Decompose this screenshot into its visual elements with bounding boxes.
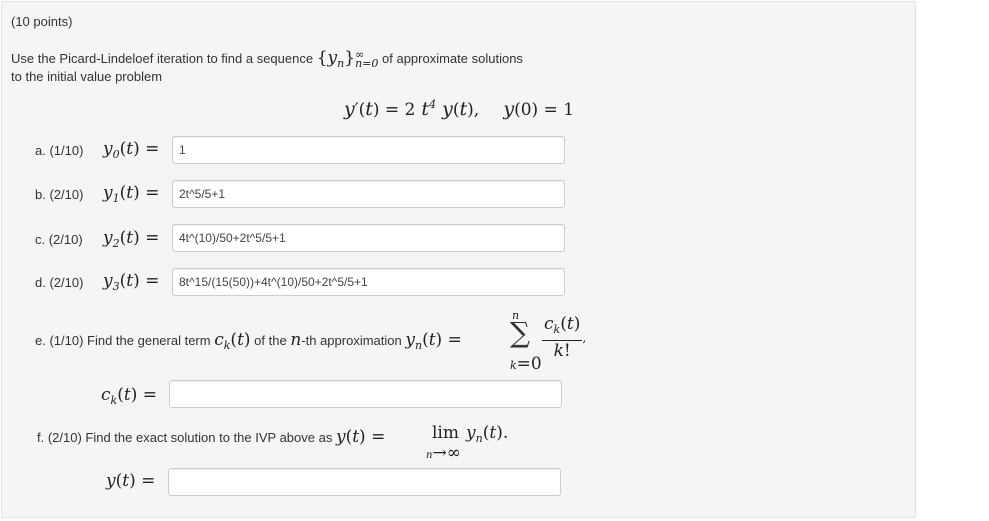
y3-input[interactable]: 8t^15/(15(50))+4t^(10)/50+2t^5/5+1 [172,268,565,296]
points-label: (10 points) [11,14,73,29]
sum-sign: ∑ [510,316,530,349]
part-e-mid: of the [254,333,287,348]
y3-symbol: y3(t) = [103,271,160,293]
yn-limit-term: yn(t). [466,423,509,445]
part-f-line: f. (2/10) Find the exact solution to the… [37,427,385,447]
sum-lower-limit: k=0 [510,354,542,374]
ck-term: ck(t) [214,330,251,352]
y-limit-expression: y(t) = [335,427,386,447]
y0-symbol: y0(t) = [103,139,160,161]
y2-input[interactable]: 4t^(10)/50+2t^5/5+1 [172,224,565,252]
part-d-label: d. (2/10) [35,275,84,290]
ck-input[interactable] [169,380,562,408]
ivp-equation: y′(t) = 2 t4 y(t), y(0) = 1 [344,98,575,120]
ck-answer-symbol: ck(t) = [101,385,157,407]
y1-symbol: y1(t) = [103,183,160,205]
part-e-label: e. (1/10) Find the general term [35,333,211,348]
intro-text-a: Use the Picard-Lindeloef iteration to fi… [11,51,314,66]
part-e-mid2: -th approximation [301,333,402,348]
lim-operator: lim [432,423,459,443]
y-answer-symbol: y(t) = [106,471,156,491]
question-panel: (10 points) Use the Picard-Lindeloef ite… [1,1,916,518]
y2-symbol: y2(t) = [103,228,160,250]
part-e-line: e. (1/10) Find the general term ck(t) of… [35,330,462,352]
intro-text-b: of approximate solutions [382,51,523,66]
y1-input[interactable]: 2t^5/5+1 [172,180,565,208]
y-input[interactable] [168,468,561,496]
yn-term: yn(t) = [405,330,462,352]
lim-subscript: n→∞ [426,443,461,463]
part-b-label: b. (2/10) [35,187,84,202]
n-symbol: n [290,330,302,350]
part-c-label: c. (2/10) [35,232,83,247]
intro-line-1: Use the Picard-Lindeloef iteration to fi… [11,48,523,70]
y0-input[interactable]: 1 [172,136,565,164]
sum-fraction: ck(t) k!, [542,314,587,361]
sequence-notation: {yn} ∞ n=0 [316,47,379,70]
intro-line-2: to the initial value problem [11,69,163,84]
part-a-label: a. (1/10) [35,143,84,158]
part-f-label: f. (2/10) Find the exact solution to the… [37,430,333,445]
